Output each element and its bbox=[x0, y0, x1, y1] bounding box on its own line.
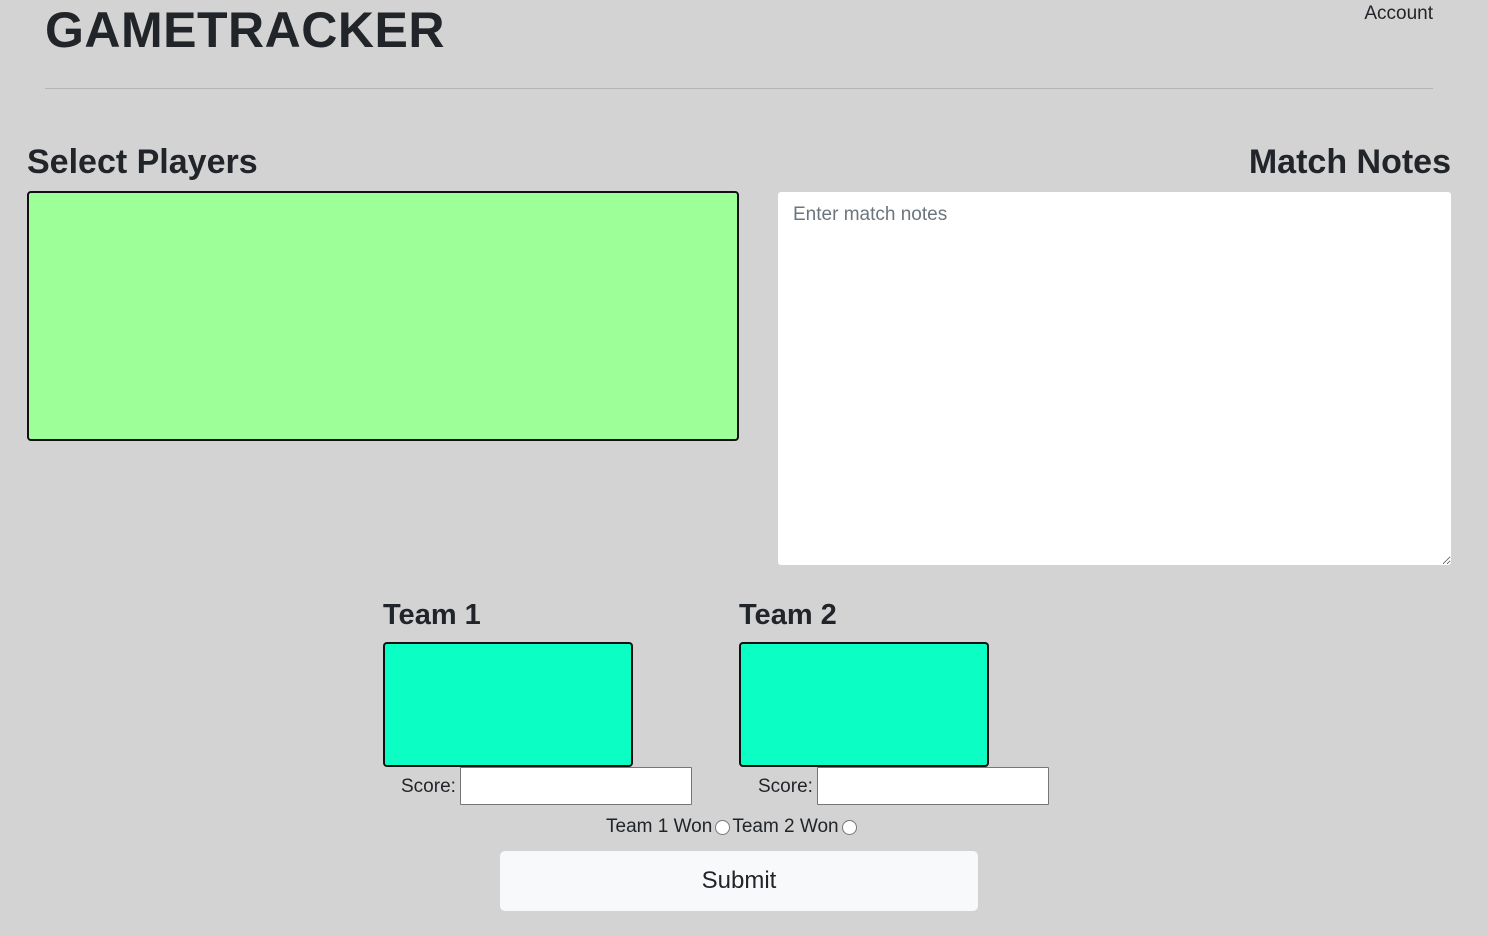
team2-won-label: Team 2 Won bbox=[732, 816, 839, 837]
team2-score-input[interactable] bbox=[817, 767, 1049, 805]
player-pool-dropzone[interactable] bbox=[27, 191, 739, 441]
team2-score-label: Score: bbox=[758, 776, 813, 797]
team2-won-radio[interactable] bbox=[841, 819, 857, 835]
team1-won-radio[interactable] bbox=[715, 819, 731, 835]
match-notes-title: Match Notes bbox=[1248, 143, 1451, 181]
team1-score-label: Score: bbox=[401, 776, 456, 797]
team1-dropzone[interactable] bbox=[383, 642, 633, 767]
account-link[interactable]: Account bbox=[1364, 2, 1433, 26]
team1-title: Team 1 bbox=[383, 599, 481, 631]
brand-title: GAMETRACKER bbox=[45, 2, 445, 58]
select-players-title: Select Players bbox=[27, 143, 258, 181]
match-notes-input[interactable] bbox=[778, 192, 1451, 565]
team2-dropzone[interactable] bbox=[739, 642, 989, 767]
team1-score-input[interactable] bbox=[460, 767, 692, 805]
submit-button[interactable]: Submit bbox=[500, 851, 978, 911]
team1-won-label: Team 1 Won bbox=[606, 816, 713, 837]
page: GAMETRACKER Account Select Players Match… bbox=[0, 0, 1487, 936]
team2-title: Team 2 bbox=[739, 599, 837, 631]
winner-selector: Team 1 Won Team 2 Won bbox=[606, 815, 859, 839]
header-divider bbox=[45, 88, 1433, 89]
